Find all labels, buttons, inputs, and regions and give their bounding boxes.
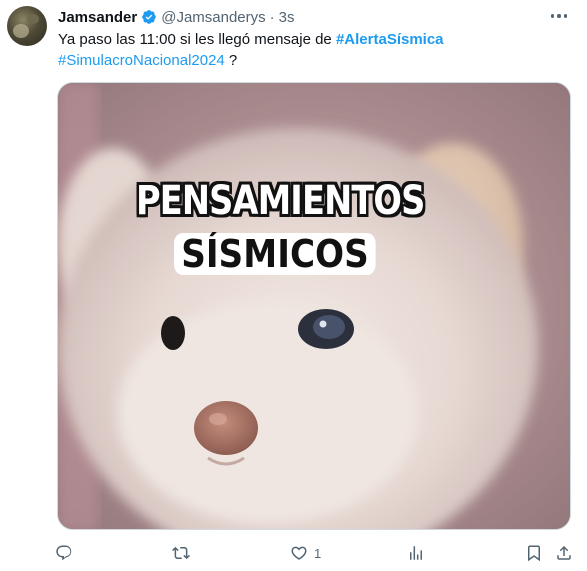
- views-icon: [410, 546, 422, 560]
- meme-caption-line1: PENSAMIENTOS: [136, 178, 425, 224]
- share-icon: [557, 545, 571, 560]
- tweet-text-before: Ya paso las 11:00 si les llegó mensaje d…: [58, 31, 336, 48]
- more-options-icon[interactable]: [547, 6, 571, 26]
- share-button[interactable]: [555, 540, 573, 566]
- tweet-text: Ya paso las 11:00 si les llegó mensaje d…: [58, 29, 558, 71]
- hashtag-link[interactable]: #AlertaSísmica: [336, 31, 444, 48]
- meme-caption-line2: SÍSMICOS: [174, 233, 376, 275]
- dog-photo: [58, 83, 570, 529]
- views-button[interactable]: [407, 540, 431, 566]
- like-button[interactable]: 1: [290, 540, 321, 566]
- separator-dot: ·: [269, 8, 275, 26]
- bookmark-icon: [528, 545, 540, 562]
- avatar[interactable]: [7, 6, 47, 46]
- reply-icon: [56, 545, 72, 561]
- retweet-button[interactable]: [172, 540, 196, 566]
- retweet-icon: [172, 546, 190, 560]
- tweet-text-after: ?: [224, 52, 238, 69]
- heart-icon: [291, 546, 307, 560]
- like-count: 1: [314, 545, 322, 561]
- tweet-media-image[interactable]: PENSAMIENTOS SÍSMICOS: [57, 82, 571, 530]
- hashtag-link[interactable]: #SimulacroNacional2024: [58, 52, 225, 69]
- tweet-header: Jamsander @Jamsanderys · 3s: [58, 7, 295, 27]
- tweet-time[interactable]: 3s: [279, 9, 295, 26]
- tweet-actions: 1: [0, 540, 587, 566]
- verified-badge-icon: [142, 10, 157, 24]
- bookmark-button[interactable]: [525, 540, 543, 566]
- tweet-card[interactable]: Jamsander @Jamsanderys · 3s Ya paso las …: [0, 0, 587, 571]
- author-name[interactable]: Jamsander: [58, 9, 137, 26]
- reply-button[interactable]: [55, 540, 79, 566]
- author-handle[interactable]: @Jamsanderys: [161, 9, 265, 26]
